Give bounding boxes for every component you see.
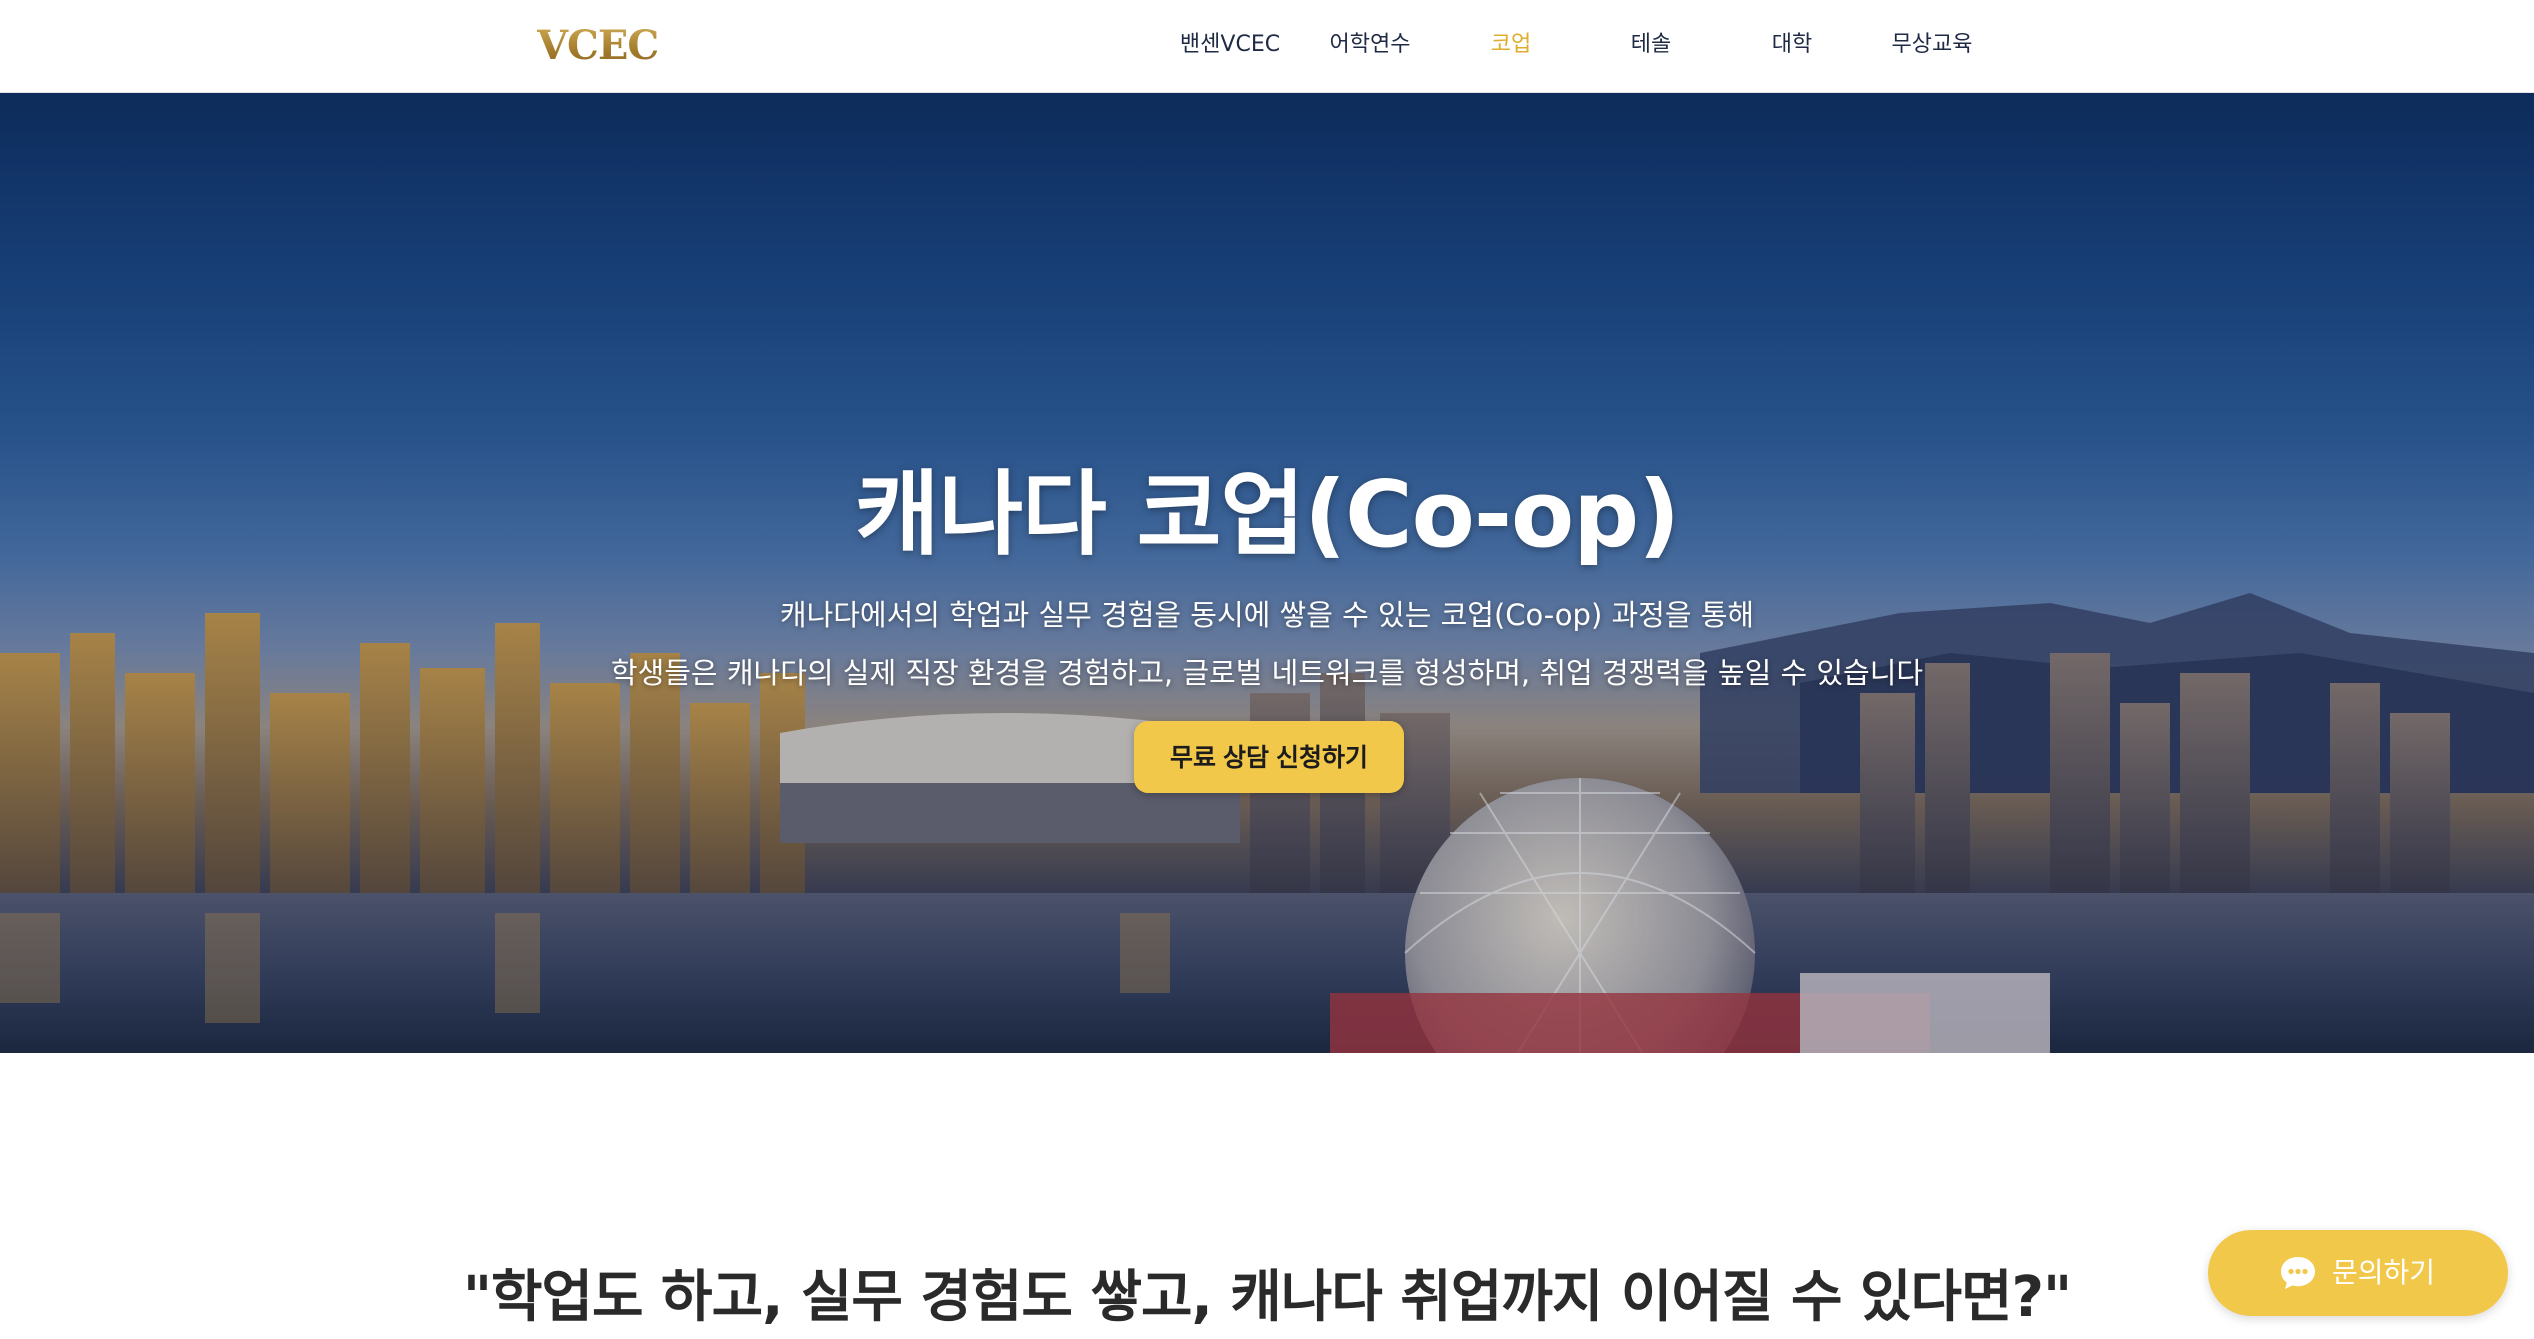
hero-section: 캐나다 코업(Co-op) 캐나다에서의 학업과 실무 경험을 동시에 쌓을 수… — [0, 93, 2534, 1053]
logo[interactable]: VCEC — [537, 20, 659, 72]
free-consultation-button[interactable]: 무료 상담 신청하기 — [1134, 721, 1404, 793]
nav-item-coop[interactable]: 코업 — [1441, 30, 1581, 60]
inquiry-chat-button[interactable]: 문의하기 — [2208, 1230, 2508, 1316]
hero-title: 캐나다 코업(Co-op) — [854, 460, 1680, 568]
section-quote: "학업도 하고, 실무 경험도 쌓고, 캐나다 취업까지 이어질 수 있다면?" — [462, 1265, 2072, 1330]
nav-item-language-study[interactable]: 어학연수 — [1300, 30, 1440, 60]
hero-subtitle-line1: 캐나다에서의 학업과 실무 경험을 동시에 쌓을 수 있는 코업(Co-op) … — [779, 598, 1755, 632]
hero-subtitle-line2: 학생들은 캐나다의 실제 직장 환경을 경험하고, 글로벌 네트워크를 형성하며… — [610, 656, 1924, 690]
nav-item-vcec[interactable]: 밴센VCEC — [1160, 30, 1300, 60]
site-header: VCEC 밴센VCEC 어학연수 코업 테솔 대학 무상교육 — [0, 0, 2534, 93]
chat-bubble-icon — [2281, 1257, 2315, 1289]
nav-item-university[interactable]: 대학 — [1722, 30, 1862, 60]
nav-item-tesol[interactable]: 테솔 — [1581, 30, 1721, 60]
nav-item-free-education[interactable]: 무상교육 — [1862, 30, 2002, 60]
chat-button-label: 문의하기 — [2332, 1256, 2436, 1289]
